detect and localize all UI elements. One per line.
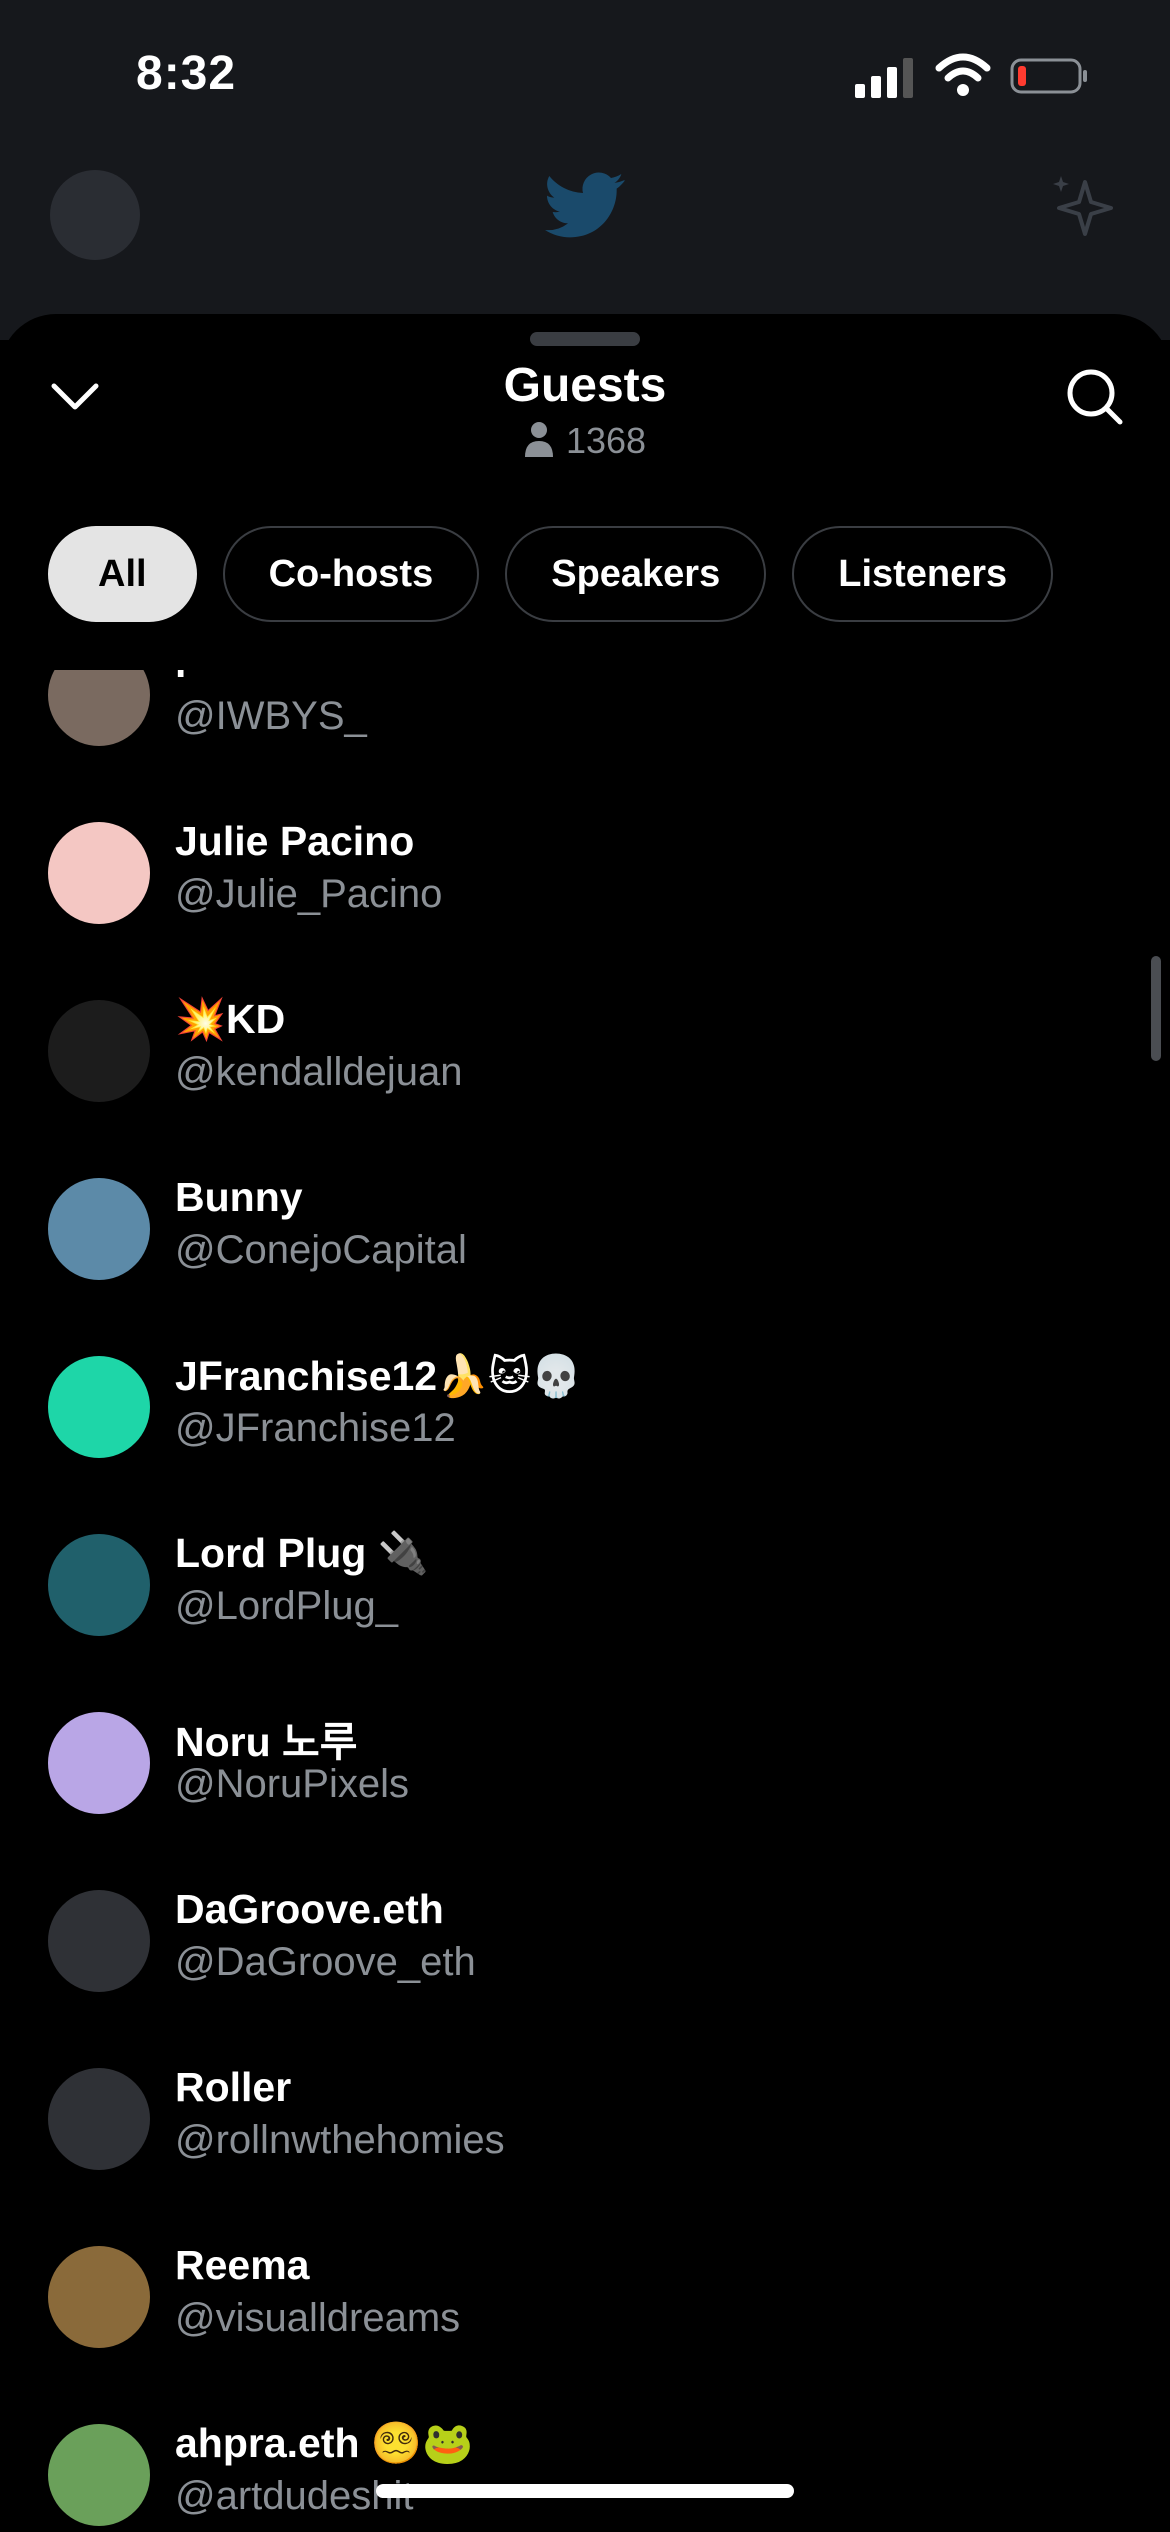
guest-row[interactable]: Lord Plug 🔌 @LordPlug_: [0, 1510, 1170, 1688]
battery-icon: [1010, 58, 1087, 94]
scrollbar[interactable]: [1151, 956, 1161, 1061]
avatar[interactable]: [48, 822, 150, 924]
filter-tabs: All Co-hosts Speakers Listeners: [48, 526, 1054, 622]
guest-handle: @LordPlug_: [175, 1584, 398, 1628]
guest-handle: @JFranchise12: [175, 1406, 456, 1450]
filter-speakers[interactable]: Speakers: [505, 526, 767, 622]
guest-row[interactable]: DaGroove.eth @DaGroove_eth: [0, 1866, 1170, 2044]
background-profile-avatar: [50, 170, 140, 260]
guest-handle: @visualldreams: [175, 2296, 461, 2340]
sheet-title: Guests: [503, 359, 667, 412]
search-icon[interactable]: [1064, 366, 1126, 428]
guest-name: Lord Plug 🔌: [175, 1530, 429, 1576]
guest-name: JFranchise12🍌🐱💀: [175, 1353, 582, 1399]
guest-row[interactable]: Bunny @ConejoCapital: [0, 1154, 1170, 1332]
guests-sheet: Guests 1368 All Co-hosts Speakers Listen…: [0, 314, 1170, 2532]
home-indicator[interactable]: [376, 2484, 794, 2498]
guest-name: Roller: [175, 2064, 292, 2110]
avatar[interactable]: [48, 2246, 150, 2348]
guest-name: 💥KD: [175, 996, 286, 1042]
guest-list: r @IWBYS_ Julie Pacino @Julie_Pacino 💥KD @ken…: [0, 670, 1170, 2532]
avatar[interactable]: [48, 1178, 150, 1280]
avatar[interactable]: [48, 1356, 150, 1458]
guest-row[interactable]: Noru 노루 @NoruPixels: [0, 1688, 1170, 1866]
guest-handle: @ConejoCapital: [175, 1228, 467, 1272]
person-icon: [524, 422, 553, 457]
guest-handle: @DaGroove_eth: [175, 1940, 476, 1984]
filter-listeners[interactable]: Listeners: [792, 526, 1054, 622]
twitter-bird-icon: [545, 172, 625, 238]
guest-row[interactable]: Reema @visualldreams: [0, 2222, 1170, 2400]
guest-row[interactable]: ahpra.eth 😵‍💫🐸 @artdudeshit: [0, 2400, 1170, 2532]
guest-handle: @NoruPixels: [175, 1762, 410, 1806]
avatar[interactable]: [48, 2068, 150, 2170]
guest-name: r: [175, 670, 191, 687]
filter-co-hosts[interactable]: Co-hosts: [222, 526, 480, 622]
status-bar: 8:32: [0, 0, 1170, 150]
guest-handle: @rollnwthehomies: [175, 2118, 505, 2162]
guest-handle: @Julie_Pacino: [175, 872, 443, 916]
guest-row[interactable]: r @IWBYS_: [0, 670, 1170, 798]
guest-row[interactable]: Julie Pacino @Julie_Pacino: [0, 798, 1170, 976]
cellular-signal-icon: [855, 58, 913, 98]
guest-row[interactable]: Roller @rollnwthehomies: [0, 2044, 1170, 2222]
guest-name: Noru 노루: [175, 1719, 358, 1765]
avatar[interactable]: [48, 1000, 150, 1102]
guest-name: Julie Pacino: [175, 818, 415, 864]
avatar[interactable]: [48, 670, 150, 746]
guest-row[interactable]: 💥KD @kendalldejuan: [0, 976, 1170, 1154]
status-time: 8:32: [136, 47, 237, 100]
guest-name: DaGroove.eth: [175, 1886, 444, 1932]
wifi-icon: [935, 53, 991, 96]
guest-handle: @IWBYS_: [175, 694, 367, 738]
guest-count-value: 1368: [565, 420, 647, 461]
avatar[interactable]: [48, 1712, 150, 1814]
guest-count: 1368: [0, 420, 1170, 462]
guest-name: Bunny: [175, 1174, 303, 1220]
sheet-drag-handle[interactable]: [530, 332, 640, 346]
sparkle-icon: [1053, 176, 1113, 236]
guest-handle: @kendalldejuan: [175, 1050, 463, 1094]
guest-row[interactable]: JFranchise12🍌🐱💀 @JFranchise12: [0, 1332, 1170, 1510]
guest-name: Reema: [175, 2242, 310, 2288]
guest-name: ahpra.eth 😵‍💫🐸: [175, 2420, 474, 2466]
avatar[interactable]: [48, 1890, 150, 1992]
avatar[interactable]: [48, 2424, 150, 2526]
avatar[interactable]: [48, 1534, 150, 1636]
filter-all[interactable]: All: [48, 526, 197, 622]
